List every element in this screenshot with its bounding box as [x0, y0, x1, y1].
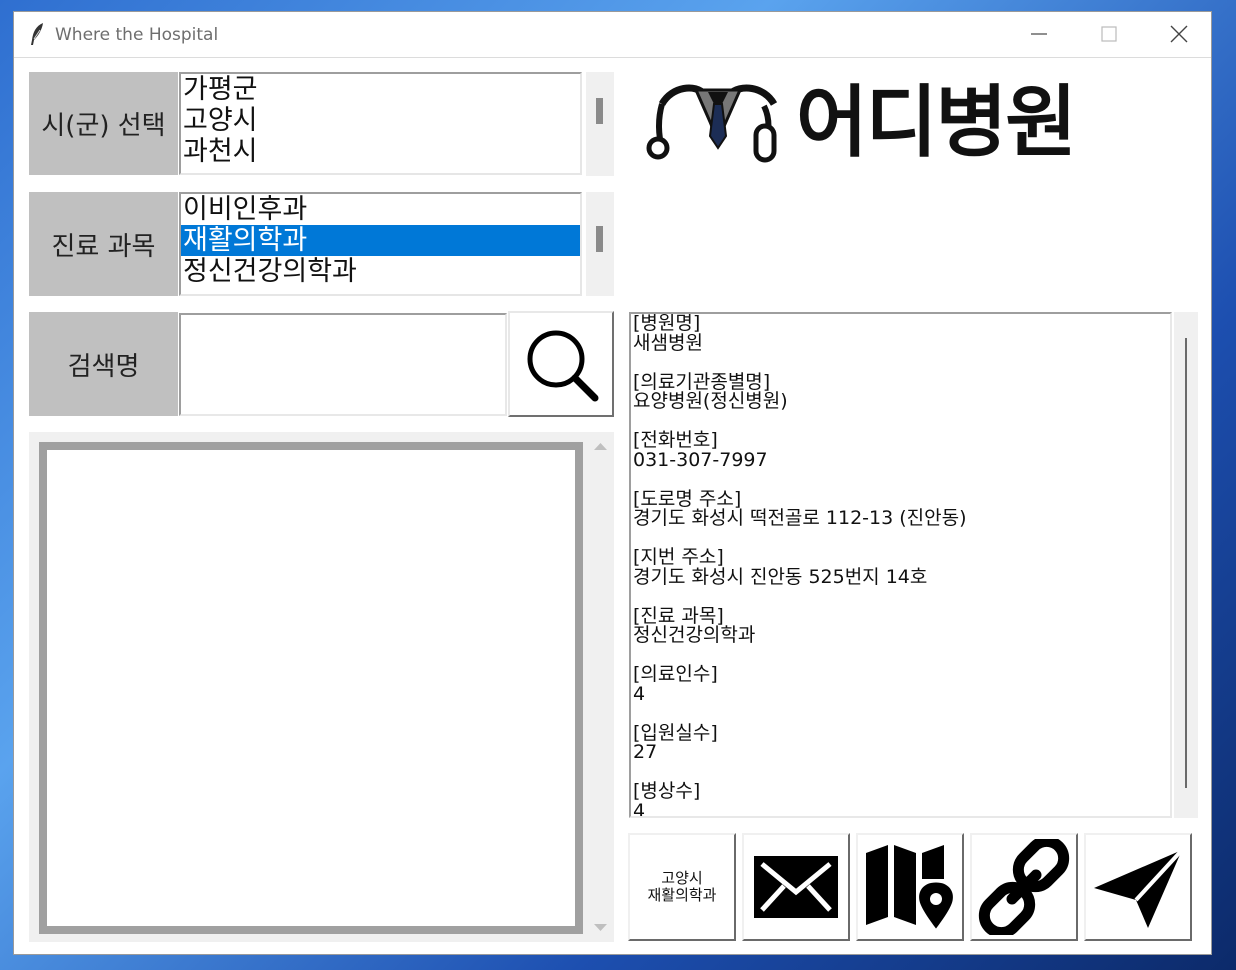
results-scrollbar[interactable]: [587, 432, 614, 942]
department-item[interactable]: 정신건강의학과: [181, 256, 580, 287]
link-button[interactable]: [970, 833, 1078, 941]
search-label-text: 검색명: [67, 351, 140, 382]
department-item[interactable]: 이비인후과: [181, 194, 580, 225]
logo-text: 어디병원: [796, 78, 1077, 168]
send-button[interactable]: [1084, 833, 1192, 941]
info-line: 27: [633, 741, 658, 763]
search-input[interactable]: [179, 313, 507, 416]
selection-tag: 고양시 재활의학과: [647, 870, 716, 904]
close-icon: [1170, 25, 1188, 43]
department-item-selected[interactable]: 재활의학과: [181, 225, 580, 256]
info-line: 경기도 화성시 진안동 525번지 14호: [633, 565, 928, 588]
info-line: 4: [633, 682, 646, 705]
info-line: [633, 763, 1170, 783]
app-window: Where the Hospital 시(군) 선택 가평군 고양시 과천시 진…: [13, 11, 1212, 955]
info-scroll-thumb[interactable]: [1185, 338, 1187, 788]
window-title: Where the Hospital: [55, 25, 219, 45]
info-line: 새샘병원: [633, 331, 703, 354]
region-item[interactable]: 고양시: [181, 105, 580, 136]
department-scroll-thumb[interactable]: [596, 226, 603, 252]
send-icon: [1094, 848, 1184, 928]
search-label: 검색명: [29, 312, 178, 416]
search-button[interactable]: [508, 311, 614, 417]
region-scrollbar[interactable]: [586, 72, 614, 176]
maximize-button[interactable]: [1074, 12, 1144, 56]
link-icon: [978, 839, 1070, 935]
info-line: [633, 587, 1170, 607]
department-label: 진료 과목: [29, 192, 178, 296]
close-button[interactable]: [1144, 12, 1214, 56]
doctor-stethoscope-icon: [646, 84, 778, 163]
scroll-down-arrow-icon[interactable]: [587, 918, 614, 938]
map-button[interactable]: [856, 833, 964, 941]
region-listbox[interactable]: 가평군 고양시 과천시: [179, 72, 582, 175]
selection-tag-department: 재활의학과: [647, 886, 717, 904]
info-line: 031-307-7997: [633, 448, 768, 471]
info-scrollbar[interactable]: [1174, 312, 1198, 818]
info-line: [633, 704, 1170, 724]
selection-tag-button[interactable]: 고양시 재활의학과: [628, 833, 736, 941]
maximize-icon: [1101, 26, 1117, 42]
region-item[interactable]: 과천시: [181, 136, 580, 167]
selection-tag-region: 고양시: [661, 869, 703, 887]
map-pin-icon: [866, 845, 956, 934]
region-scroll-thumb[interactable]: [596, 98, 603, 124]
minimize-icon: [1031, 33, 1047, 35]
info-line: [병원명]: [633, 312, 701, 334]
info-line: [633, 470, 1170, 490]
app-logo: 어디병원: [644, 78, 1189, 170]
department-scrollbar[interactable]: [586, 192, 614, 296]
region-label-text: 시(군) 선택: [41, 111, 166, 141]
region-label: 시(군) 선택: [29, 72, 178, 175]
info-line: [병상수]: [633, 780, 701, 802]
search-icon: [527, 330, 599, 402]
info-line: 4: [633, 799, 646, 818]
info-line: [633, 353, 1170, 373]
info-line: [전화번호]: [633, 429, 718, 451]
feather-icon: [31, 23, 43, 45]
info-line: 경기도 화성시 떡전골로 112-13 (진안동): [633, 507, 967, 529]
info-line: [의료인수]: [633, 663, 718, 685]
results-panel: [29, 432, 614, 942]
department-listbox[interactable]: 이비인후과 재활의학과 정신건강의학과: [179, 192, 582, 296]
email-button[interactable]: [742, 833, 850, 941]
info-line: 요양병원(정신병원): [633, 390, 788, 412]
minimize-button[interactable]: [1004, 12, 1074, 56]
region-item[interactable]: 가평군: [181, 74, 580, 105]
mail-icon: [754, 856, 838, 918]
department-label-text: 진료 과목: [51, 231, 156, 262]
results-canvas[interactable]: [39, 442, 583, 934]
info-line: [입원실수]: [633, 721, 718, 744]
info-line: [지번 주소]: [633, 546, 724, 568]
title-bar[interactable]: Where the Hospital: [14, 12, 1211, 58]
info-line: 정신건강의학과: [633, 624, 756, 646]
hospital-info-text[interactable]: [병원명] 새샘병원 [의료기관종별명] 요양병원(정신병원) [전화번호] 0…: [629, 312, 1172, 818]
scroll-up-arrow-icon[interactable]: [587, 436, 614, 456]
